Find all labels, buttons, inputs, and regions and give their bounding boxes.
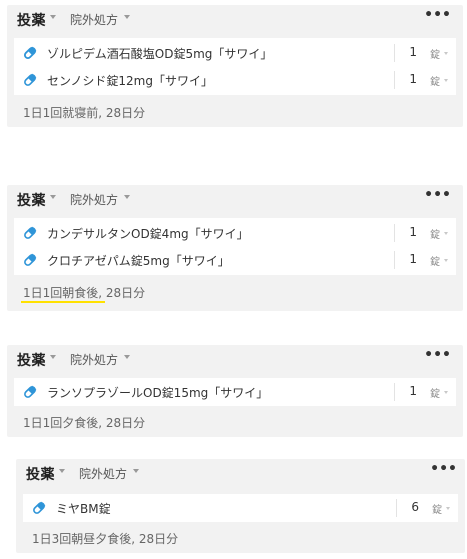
- drug-unit[interactable]: 錠: [430, 73, 440, 88]
- type-dropdown-icon[interactable]: [124, 15, 130, 19]
- drug-unit[interactable]: 錠: [432, 501, 442, 516]
- unit-dropdown-icon[interactable]: [444, 232, 448, 235]
- prescription-type[interactable]: 院外処方: [70, 191, 118, 208]
- unit-dropdown-icon[interactable]: [444, 259, 448, 262]
- card-title: 投薬: [17, 193, 46, 209]
- unit-dropdown-icon[interactable]: [444, 79, 448, 82]
- title-dropdown-icon[interactable]: [59, 469, 65, 473]
- drug-unit[interactable]: 錠: [430, 253, 440, 268]
- usage-instructions: 1日1回夕食後, 28日分: [23, 416, 146, 430]
- pill-icon: [33, 501, 46, 514]
- usage-instructions: 1日1回就寝前, 28日分: [23, 106, 146, 120]
- type-dropdown-icon[interactable]: [124, 195, 130, 199]
- drug-unit[interactable]: 錠: [430, 385, 440, 400]
- unit-dropdown-icon[interactable]: [444, 52, 448, 55]
- qty-divider: [394, 251, 395, 269]
- qty-divider: [396, 499, 397, 517]
- prescription-card: 投薬 院外処方 ••• ランソプラゾールOD錠15mg「サワイ」 1 錠 1日1…: [7, 345, 463, 437]
- title-dropdown-icon[interactable]: [50, 195, 56, 199]
- drug-quantity[interactable]: 1: [403, 384, 417, 398]
- drug-list: ゾルピデム酒石酸塩OD錠5mg「サワイ」 1 錠 センノシド錠12mg「サワイ」…: [14, 38, 456, 95]
- drug-quantity[interactable]: 1: [403, 45, 417, 59]
- drug-list: カンデサルタンOD錠4mg「サワイ」 1 錠 クロチアゼパム錠5mg「サワイ」 …: [14, 218, 456, 275]
- prescription-card: 投薬 院外処方 ••• カンデサルタンOD錠4mg「サワイ」 1 錠 クロチアゼ…: [7, 185, 463, 311]
- qty-divider: [394, 71, 395, 89]
- title-dropdown-icon[interactable]: [50, 15, 56, 19]
- more-menu-icon[interactable]: •••: [430, 461, 457, 477]
- prescription-card: 投薬 院外処方 ••• ゾルピデム酒石酸塩OD錠5mg「サワイ」 1 錠 センノ…: [7, 5, 463, 127]
- drug-list: ミヤBM錠 6 錠: [23, 494, 458, 522]
- drug-list: ランソプラゾールOD錠15mg「サワイ」 1 錠: [14, 378, 456, 406]
- qty-divider: [394, 44, 395, 62]
- usage-instructions: 1日1回朝食後, 28日分: [23, 286, 146, 300]
- drug-name: センノシド錠12mg「サワイ」: [47, 74, 213, 88]
- usage-instructions: 1日3回朝昼夕食後, 28日分: [32, 532, 179, 546]
- drug-row[interactable]: カンデサルタンOD錠4mg「サワイ」 1 錠: [14, 219, 456, 247]
- card-header: 投薬 院外処方 •••: [7, 345, 463, 371]
- drug-row[interactable]: クロチアゼパム錠5mg「サワイ」 1 錠: [14, 246, 456, 274]
- unit-dropdown-icon[interactable]: [446, 507, 450, 510]
- card-title: 投薬: [17, 13, 46, 29]
- usage-highlight: [21, 301, 105, 303]
- qty-divider: [394, 224, 395, 242]
- drug-quantity[interactable]: 1: [403, 72, 417, 86]
- more-menu-icon[interactable]: •••: [424, 187, 451, 203]
- drug-name: カンデサルタンOD錠4mg「サワイ」: [47, 227, 249, 241]
- card-header: 投薬 院外処方 •••: [7, 185, 463, 211]
- prescription-type[interactable]: 院外処方: [70, 11, 118, 28]
- card-header: 投薬 院外処方 •••: [7, 5, 463, 31]
- drug-name: ランソプラゾールOD錠15mg「サワイ」: [47, 386, 269, 400]
- card-title: 投薬: [17, 353, 46, 369]
- drug-unit[interactable]: 錠: [430, 226, 440, 241]
- unit-dropdown-icon[interactable]: [444, 391, 448, 394]
- prescription-type[interactable]: 院外処方: [70, 351, 118, 368]
- prescription-card: 投薬 院外処方 ••• ミヤBM錠 6 錠 1日3回朝昼夕食後, 28日分: [16, 459, 465, 553]
- drug-row[interactable]: ランソプラゾールOD錠15mg「サワイ」 1 錠: [14, 378, 456, 406]
- drug-quantity[interactable]: 6: [405, 500, 419, 514]
- more-menu-icon[interactable]: •••: [424, 347, 451, 363]
- drug-name: ミヤBM錠: [56, 502, 111, 516]
- pill-icon: [24, 46, 37, 59]
- pill-icon: [24, 226, 37, 239]
- type-dropdown-icon[interactable]: [124, 355, 130, 359]
- pill-icon: [24, 385, 37, 398]
- card-title: 投薬: [26, 467, 55, 483]
- drug-quantity[interactable]: 1: [403, 252, 417, 266]
- drug-row[interactable]: ゾルピデム酒石酸塩OD錠5mg「サワイ」 1 錠: [14, 39, 456, 67]
- drug-name: クロチアゼパム錠5mg「サワイ」: [47, 254, 230, 268]
- drug-quantity[interactable]: 1: [403, 225, 417, 239]
- drug-name: ゾルピデム酒石酸塩OD錠5mg「サワイ」: [47, 47, 273, 61]
- type-dropdown-icon[interactable]: [133, 469, 139, 473]
- card-header: 投薬 院外処方 •••: [16, 459, 465, 485]
- prescription-page: 投薬 院外処方 ••• ゾルピデム酒石酸塩OD錠5mg「サワイ」 1 錠 センノ…: [0, 0, 467, 559]
- qty-divider: [394, 383, 395, 401]
- more-menu-icon[interactable]: •••: [424, 7, 451, 23]
- title-dropdown-icon[interactable]: [50, 355, 56, 359]
- drug-row[interactable]: センノシド錠12mg「サワイ」 1 錠: [14, 66, 456, 94]
- pill-icon: [24, 73, 37, 86]
- pill-icon: [24, 253, 37, 266]
- drug-row[interactable]: ミヤBM錠 6 錠: [23, 494, 458, 522]
- drug-unit[interactable]: 錠: [430, 46, 440, 61]
- prescription-type[interactable]: 院外処方: [79, 465, 127, 482]
